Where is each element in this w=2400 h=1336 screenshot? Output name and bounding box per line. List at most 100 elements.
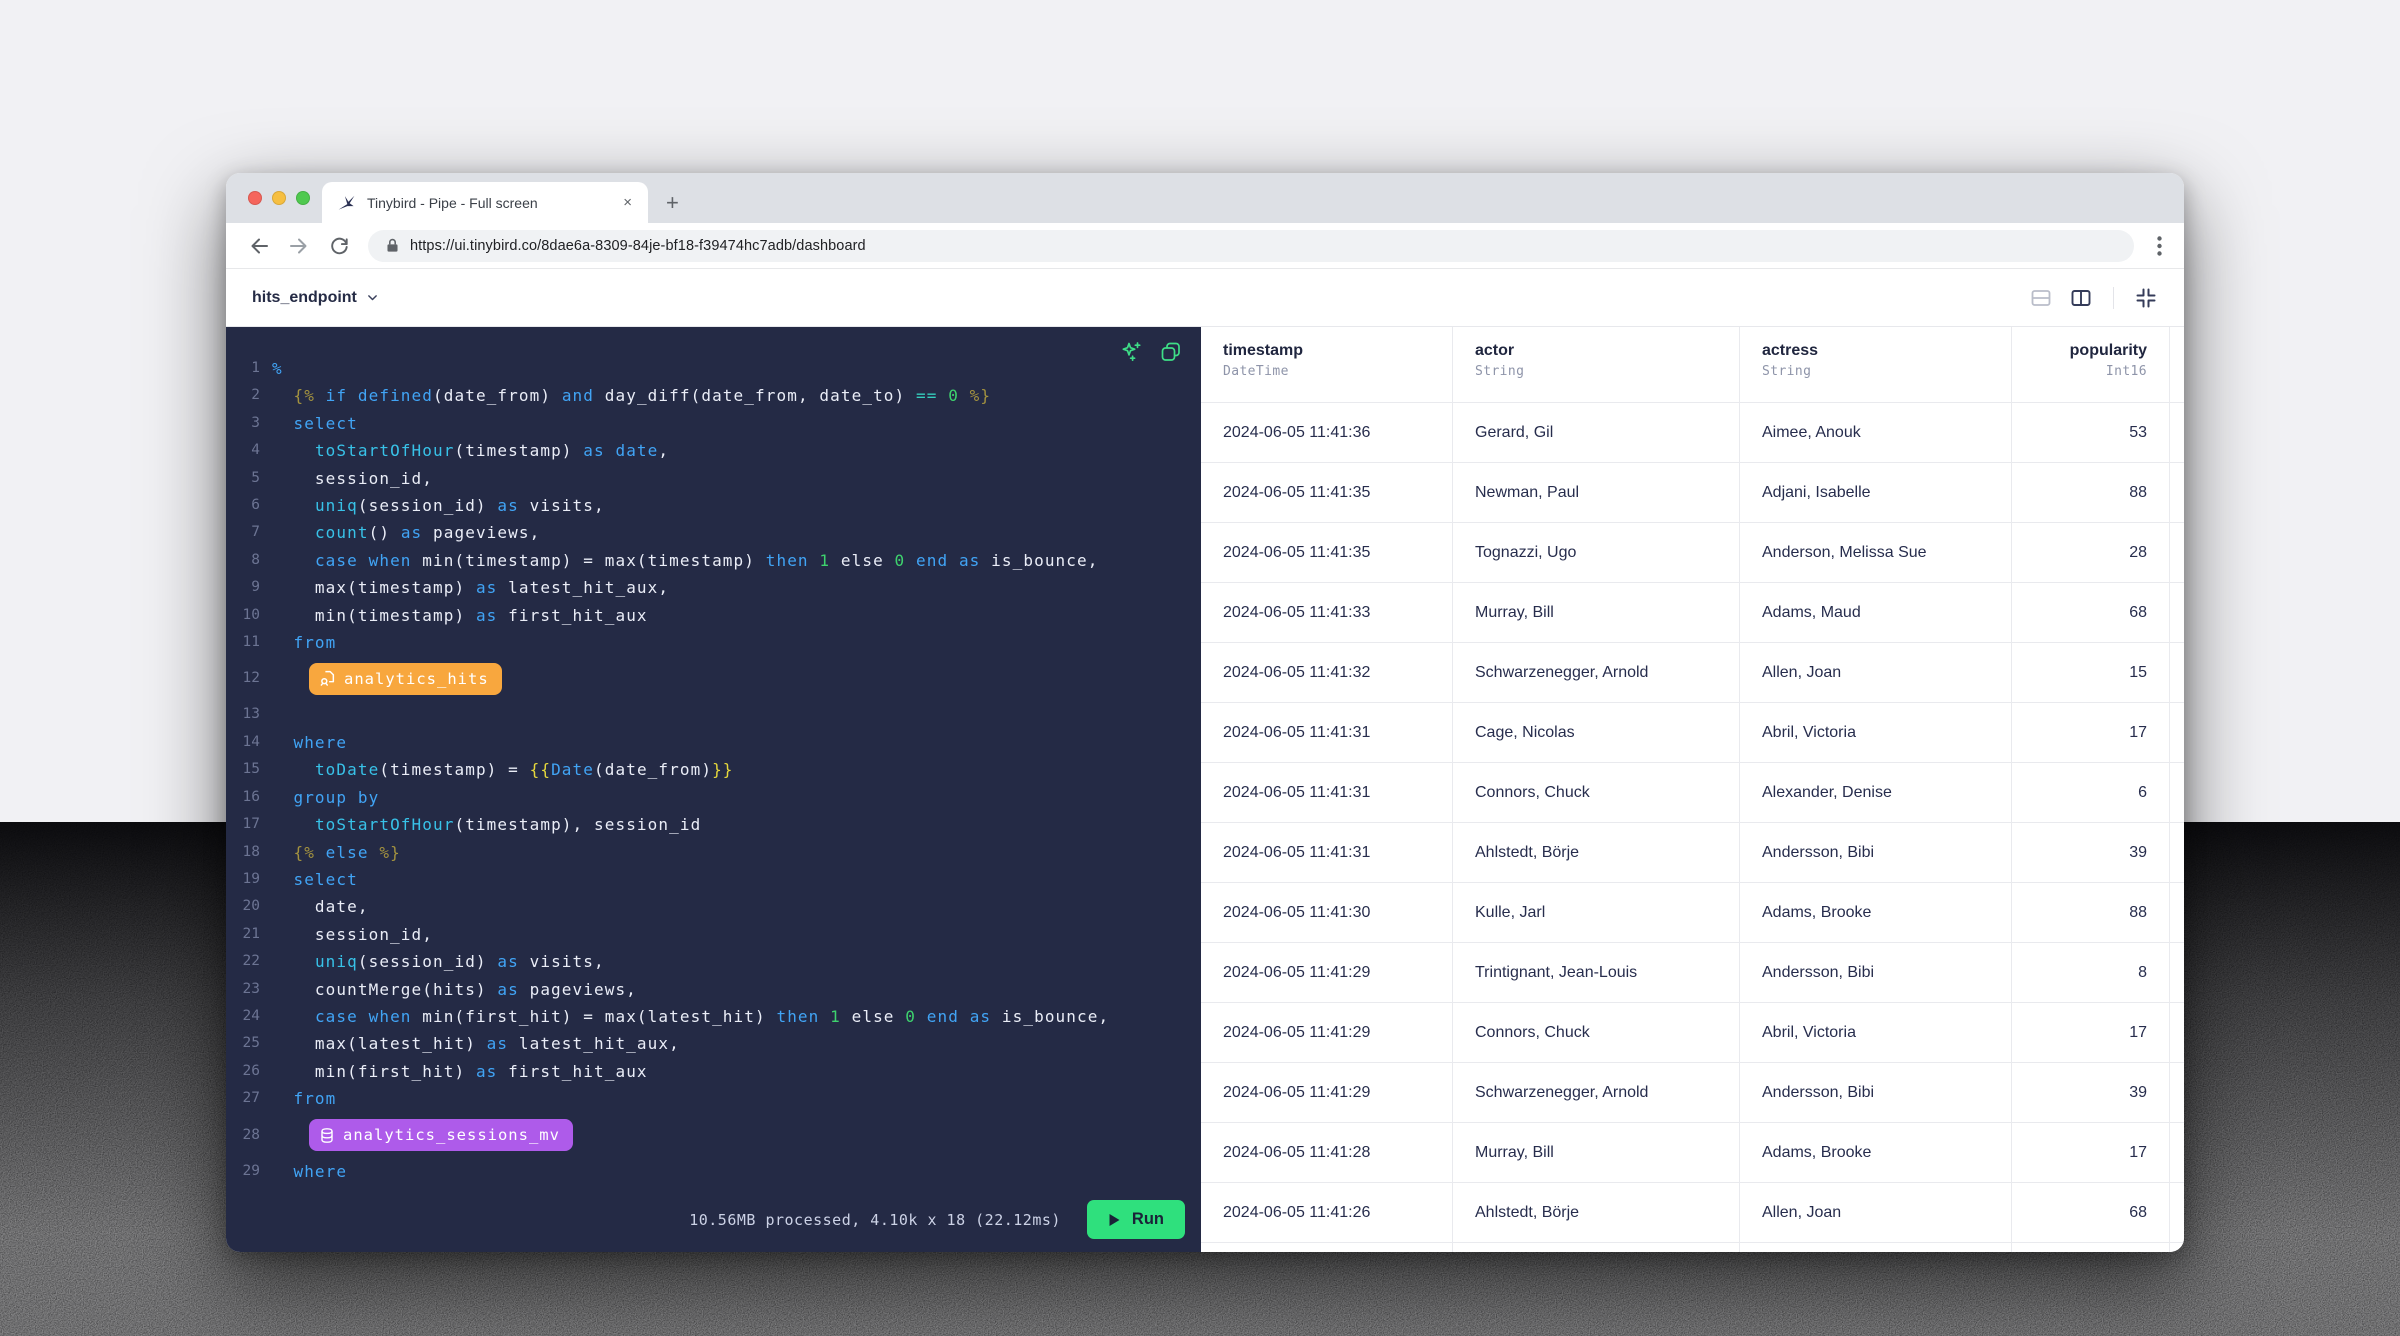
code-line[interactable]: 16 group by [226,784,1201,811]
run-button[interactable]: Run [1087,1200,1185,1239]
zoom-window-button[interactable] [296,191,310,205]
code-line[interactable]: 5 session_id, [226,465,1201,492]
code-line[interactable]: 24 case when min(first_hit) = max(latest… [226,1003,1201,1030]
code-line[interactable]: 11 from [226,629,1201,656]
code-line[interactable]: 3 select [226,410,1201,437]
code-line[interactable]: 29 where [226,1158,1201,1185]
address-bar[interactable]: https://ui.tinybird.co/8dae6a-8309-84je-… [368,230,2134,262]
code-line-badge[interactable]: 12analytics_hits [226,656,1201,701]
browser-tab[interactable]: Tinybird - Pipe - Full screen × [322,182,648,223]
collapse-icon[interactable] [2134,286,2158,310]
back-button[interactable] [244,231,274,261]
sql-editor[interactable]: 1%2 {% if defined(date_from) and day_dif… [226,327,1201,1252]
column-header-actor[interactable]: actorString [1453,327,1740,403]
code-line[interactable]: 7 count() as pageviews, [226,519,1201,546]
analytics_hits-badge[interactable]: analytics_hits [309,663,502,695]
table-row[interactable]: 2024-06-05 11:41:31Ahlstedt, BörjeAnders… [1201,823,2184,883]
cell-timestamp: 2024-06-05 11:41:28 [1201,1123,1453,1183]
cell-popularity: 15 [2012,643,2170,703]
code-line[interactable]: 25 max(latest_hit) as latest_hit_aux, [226,1030,1201,1057]
code-line[interactable]: 21 session_id, [226,921,1201,948]
editor-footer: 10.56MB processed, 4.10k x 18 (22.12ms) … [689,1200,1185,1239]
line-number: 17 [226,811,260,838]
analytics_sessions_mv-badge[interactable]: analytics_sessions_mv [309,1119,573,1151]
code-line[interactable]: 8 case when min(timestamp) = max(timesta… [226,547,1201,574]
line-number: 13 [226,701,260,728]
code-line[interactable]: 27 from [226,1085,1201,1112]
tab-close-icon[interactable]: × [619,192,636,213]
code-line[interactable]: 17 toStartOfHour(timestamp), session_id [226,811,1201,838]
line-number: 11 [226,629,260,656]
code-line[interactable]: 18 {% else %} [226,839,1201,866]
table-row[interactable]: 2024-06-05 11:41:28Murray, BillAdams, Br… [1201,1123,2184,1183]
browser-tab-strip: Tinybird - Pipe - Full screen × + [226,173,2184,223]
code-line[interactable]: 9 max(timestamp) as latest_hit_aux, [226,574,1201,601]
code-lines[interactable]: 1%2 {% if defined(date_from) and day_dif… [226,327,1201,1185]
cell-timestamp: 2024-06-05 11:41:29 [1201,943,1453,1003]
cell-popularity: 88 [2012,463,2170,523]
code-line[interactable]: 1% [226,355,1201,382]
code-line[interactable]: 22 uniq(session_id) as visits, [226,948,1201,975]
cell-actress: Allen, Joan [1740,1183,2012,1243]
table-row[interactable]: 2024-06-05 11:41:32Schwarzenegger, Arnol… [1201,643,2184,703]
code-line[interactable]: 20 date, [226,893,1201,920]
header-gutter [2170,327,2184,403]
table-row[interactable]: 2024-06-05 11:41:33Murray, BillAdams, Ma… [1201,583,2184,643]
code-line[interactable]: 26 min(first_hit) as first_hit_aux [226,1058,1201,1085]
line-number: 20 [226,893,260,920]
close-window-button[interactable] [248,191,262,205]
code-line-badge[interactable]: 28analytics_sessions_mv [226,1113,1201,1158]
pipe-name-dropdown[interactable]: hits_endpoint [252,289,379,307]
code-line[interactable]: 2 {% if defined(date_from) and day_diff(… [226,382,1201,409]
code-line[interactable]: 13 [226,701,1201,728]
pipe-header: hits_endpoint [226,269,2184,327]
split-horizontal-icon[interactable] [2029,286,2053,310]
row-gutter [2170,1003,2184,1063]
table-row[interactable]: 2024-06-05 11:41:29Trintignant, Jean-Lou… [1201,943,2184,1003]
row-gutter [2170,463,2184,523]
column-header-popularity[interactable]: popularityInt16 [2012,327,2170,403]
row-gutter [2170,403,2184,463]
code-line[interactable]: 23 countMerge(hits) as pageviews, [226,976,1201,1003]
cell-popularity: 17 [2012,703,2170,763]
cell-timestamp: 2024-06-05 11:41:30 [1201,883,1453,943]
minimize-window-button[interactable] [272,191,286,205]
browser-menu-button[interactable] [2148,236,2170,256]
code-text: countMerge(hits) as pageviews, [272,976,637,1003]
code-line[interactable]: 10 min(timestamp) as first_hit_aux [226,602,1201,629]
table-row[interactable]: 2024-06-05 11:41:29Connors, ChuckAbril, … [1201,1003,2184,1063]
tab-title: Tinybird - Pipe - Full screen [367,195,619,211]
line-number: 7 [226,519,260,546]
table-row[interactable]: 2024-06-05 11:41:36Gerard, GilAimee, Ano… [1201,403,2184,463]
code-line[interactable]: 4 toStartOfHour(timestamp) as date, [226,437,1201,464]
code-line[interactable]: 14 where [226,729,1201,756]
copy-icon[interactable] [1159,340,1183,364]
badge-label: analytics_sessions_mv [343,1126,560,1144]
column-name: popularity [2012,342,2147,360]
new-tab-button[interactable]: + [666,192,679,214]
table-row[interactable]: 2024-06-05 11:41:29Schwarzenegger, Arnol… [1201,1063,2184,1123]
line-number: 10 [226,602,260,629]
forward-button[interactable] [284,231,314,261]
code-text: select [272,866,358,893]
back-arrow-icon [247,234,271,258]
line-number: 27 [226,1085,260,1112]
table-row[interactable]: 2024-06-05 11:41:30Kulle, JarlAdams, Bro… [1201,883,2184,943]
line-number: 4 [226,437,260,464]
reload-button[interactable] [324,231,354,261]
split-vertical-icon[interactable] [2069,286,2093,310]
table-row[interactable]: 2024-06-05 11:41:26Ahlstedt, BörjeAllen,… [1201,1183,2184,1243]
code-text: session_id, [272,921,433,948]
cell-actress: Adams, Brooke [1740,883,2012,943]
table-row[interactable]: 2024-06-05 11:41:31Cage, NicolasAbril, V… [1201,703,2184,763]
ai-sparkles-icon[interactable] [1120,340,1144,364]
table-row[interactable] [1201,1243,2184,1252]
table-row[interactable]: 2024-06-05 11:41:35Tognazzi, UgoAnderson… [1201,523,2184,583]
code-line[interactable]: 15 toDate(timestamp) = {{Date(date_from)… [226,756,1201,783]
table-row[interactable]: 2024-06-05 11:41:31Connors, ChuckAlexand… [1201,763,2184,823]
code-line[interactable]: 6 uniq(session_id) as visits, [226,492,1201,519]
column-header-actress[interactable]: actressString [1740,327,2012,403]
column-header-timestamp[interactable]: timestampDateTime [1201,327,1453,403]
table-row[interactable]: 2024-06-05 11:41:35Newman, PaulAdjani, I… [1201,463,2184,523]
code-line[interactable]: 19 select [226,866,1201,893]
